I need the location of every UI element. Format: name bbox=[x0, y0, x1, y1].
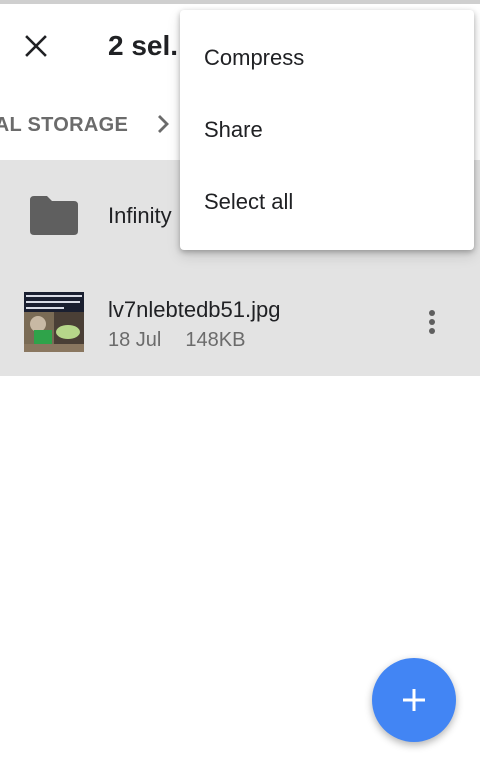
add-fab-button[interactable] bbox=[372, 658, 456, 742]
image-thumbnail bbox=[24, 292, 84, 352]
folder-icon bbox=[30, 196, 78, 235]
file-meta: 18 Jul 148KB bbox=[108, 329, 245, 352]
file-date: 18 Jul bbox=[108, 329, 162, 351]
list-item-file[interactable]: lv7nlebtedb51.jpg 18 Jul 148KB bbox=[0, 268, 480, 376]
file-size: 148KB bbox=[185, 329, 246, 351]
menu-item-compress[interactable]: Compress bbox=[180, 24, 474, 96]
file-manager-screen: 2 sel. NAL STORAGE Infinity bbox=[0, 0, 480, 766]
plus-icon bbox=[403, 689, 425, 711]
overflow-menu: Compress Share Select all bbox=[180, 10, 474, 250]
menu-item-label: Select all bbox=[204, 189, 294, 214]
file-name: lv7nlebtedb51.jpg bbox=[108, 297, 281, 322]
breadcrumb-storage[interactable]: NAL STORAGE bbox=[0, 114, 128, 137]
folder-name: Infinity bbox=[108, 203, 172, 228]
menu-item-share[interactable]: Share bbox=[180, 96, 474, 168]
file-more-button[interactable] bbox=[412, 298, 452, 346]
menu-item-label: Compress bbox=[204, 45, 305, 70]
menu-item-label: Share bbox=[204, 117, 263, 142]
chevron-right-icon bbox=[158, 115, 169, 133]
more-vert-icon bbox=[429, 310, 435, 334]
close-selection-button[interactable] bbox=[10, 20, 62, 72]
menu-item-select-all[interactable]: Select all bbox=[180, 168, 474, 240]
selection-count-title: 2 sel. bbox=[108, 30, 179, 61]
close-icon bbox=[25, 35, 47, 57]
